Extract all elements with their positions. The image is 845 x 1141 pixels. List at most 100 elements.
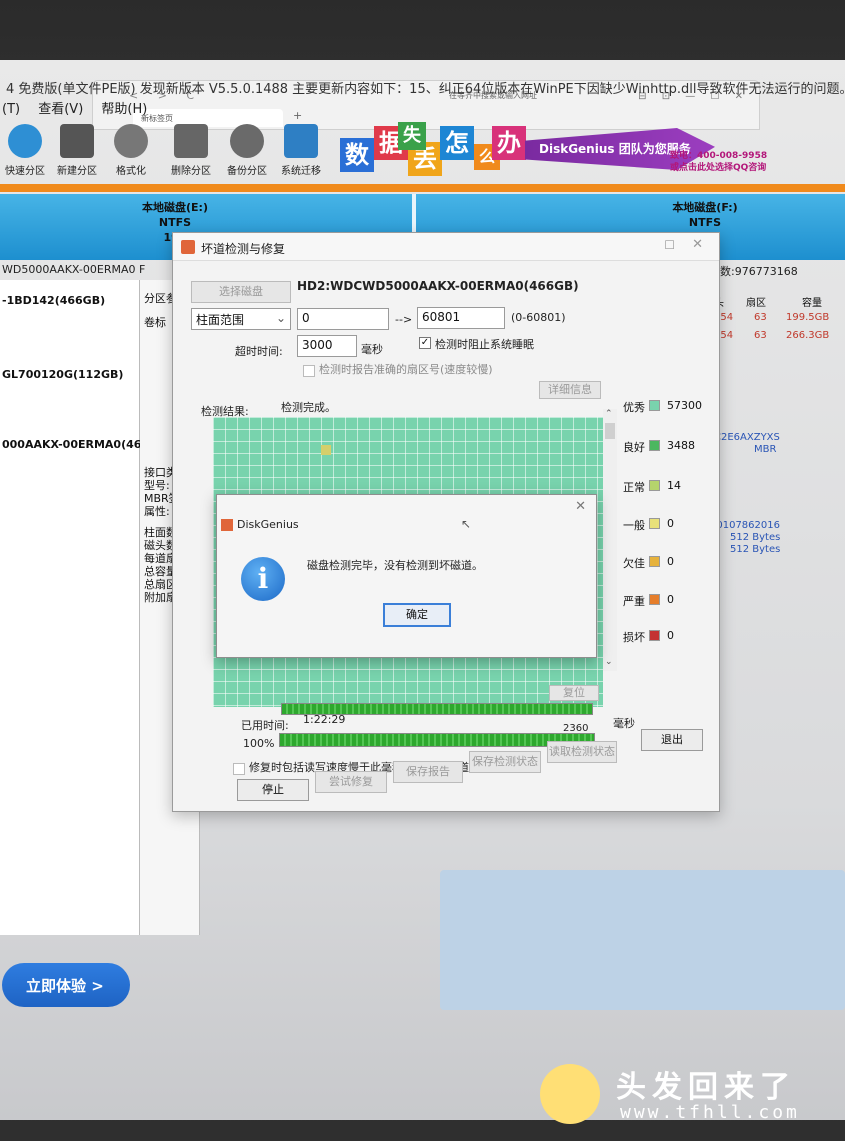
watermark-url: www.tfhll.com — [620, 1102, 800, 1123]
new-partition-icon — [60, 124, 94, 158]
col-header: 容量 — [802, 298, 822, 309]
menu-item-tools[interactable]: (T) — [2, 102, 20, 117]
percent-label: 100% — [243, 737, 275, 750]
disk-tree-item[interactable]: 000AAKX-00ERMA0(46 — [2, 438, 141, 451]
try-repair-button[interactable]: 尝试修复 — [315, 771, 387, 793]
ok-button[interactable]: 确定 — [383, 603, 451, 627]
repair-slow-checkbox[interactable] — [233, 763, 245, 775]
save-report-button[interactable]: 保存报告 — [393, 761, 463, 783]
app-title-bar: 4 免费版(单文件PE版) 发现新版本 V5.5.0.1488 主要更新内容如下… — [6, 82, 845, 97]
report-label: 检测时报告准确的扇区号(速度较慢) — [319, 363, 493, 376]
bytes-value: 512 Bytes — [730, 532, 781, 543]
dialog-titlebar: 坏道检测与修复 ☐ ✕ — [173, 233, 719, 261]
legend-label: 正常 — [623, 481, 645, 494]
table-cell: 63 — [754, 312, 767, 323]
sector-map-scrollbar[interactable]: ⌃ — [603, 409, 617, 671]
toolbar-label: 格式化 — [116, 166, 146, 177]
table-cell: 199.5GB — [786, 312, 830, 323]
maximize-icon[interactable]: ☐ — [664, 238, 675, 252]
close-icon[interactable]: ✕ — [575, 499, 586, 514]
chevron-down-icon[interactable]: ⌄ — [605, 657, 613, 667]
legend-swatch — [649, 556, 660, 567]
partition-table-right: 头 扇区 容量 254 63 199.5GB 254 63 266.3GB C2… — [710, 280, 845, 630]
disk-tree-item[interactable]: GL700120G(112GB) — [2, 368, 123, 381]
scrollbar-thumb[interactable] — [605, 423, 615, 439]
close-icon[interactable]: ✕ — [692, 237, 703, 252]
banner-phone: 致电：400-008-9958 或点击此处选择QQ咨询 — [670, 150, 767, 174]
legend-label: 损坏 — [623, 631, 645, 644]
range-hint: (0-60801) — [511, 311, 566, 324]
try-now-button[interactable]: 立即体验 > — [2, 963, 130, 1007]
result-text: 检测完成。 — [281, 401, 336, 414]
legend-count: 0 — [667, 629, 674, 642]
range-arrow: --> — [395, 313, 413, 326]
load-state-button[interactable]: 读取检测状态 — [547, 741, 617, 763]
sector-value: 00107862016 — [710, 520, 780, 531]
range-to-input[interactable]: 60801 — [417, 307, 505, 329]
banner-char: 失 — [398, 122, 426, 150]
disk-status-right: 数:976773168 — [720, 265, 798, 278]
exit-button[interactable]: 退出 — [641, 729, 703, 751]
chevron-up-icon[interactable]: ⌃ — [605, 409, 613, 419]
system-migrate-icon — [284, 124, 318, 158]
disk-name: HD2:WDCWD5000AAKX-00ERMA0(466GB) — [297, 279, 579, 293]
legend-label: 一般 — [623, 519, 645, 532]
backup-partition-button[interactable]: 备份分区 — [216, 122, 278, 177]
site-watermark: 头发回来了 www.tfhll.com — [540, 1058, 840, 1128]
toolbar-label: 删除分区 — [171, 166, 211, 177]
select-disk-button[interactable]: 选择磁盘 — [191, 281, 291, 303]
sleep-checkbox[interactable]: ✓ — [419, 337, 431, 349]
stop-button[interactable]: 停止 — [237, 779, 309, 801]
timeout-label: 超时时间: — [235, 345, 283, 358]
range-from-input[interactable]: 0 — [297, 308, 389, 330]
support-banner[interactable]: 数 据 丢 失 怎 么 办 DiskGenius 团队为您服务 致电：400-0… — [340, 122, 780, 178]
serial-value: C2E6AXZYXS — [714, 432, 780, 443]
info-label: 型号: — [144, 479, 170, 492]
report-checkbox[interactable] — [303, 365, 315, 377]
disk-tree-item[interactable]: -1BD142(466GB) — [2, 294, 105, 307]
new-partition-button[interactable]: 新建分区 — [46, 122, 108, 177]
sector-cell-warning — [321, 445, 331, 455]
info-label: 属性: — [144, 505, 170, 518]
timeout-input[interactable]: 3000 — [297, 335, 357, 357]
banner-char: 办 — [492, 126, 526, 160]
legend-swatch — [649, 480, 660, 491]
delete-partition-button[interactable]: 删除分区 — [160, 122, 222, 177]
save-state-button[interactable]: 保存检测状态 — [469, 751, 541, 773]
legend-label: 欠佳 — [623, 557, 645, 570]
range-select[interactable]: 柱面范围 ⌄ — [191, 308, 291, 330]
speed-unit: 毫秒 — [613, 717, 635, 730]
new-tab-button[interactable]: + — [293, 109, 302, 122]
info-icon: i — [241, 557, 285, 601]
system-migrate-button[interactable]: 系统迁移 — [270, 122, 332, 177]
legend-label: 严重 — [623, 595, 645, 608]
details-button[interactable]: 详细信息 — [539, 381, 601, 399]
dialog-title: 坏道检测与修复 — [201, 242, 286, 256]
message-title: DiskGenius — [237, 518, 299, 531]
app-logo-icon — [221, 519, 233, 531]
format-icon — [114, 124, 148, 158]
toolbar-label: 系统迁移 — [281, 166, 321, 177]
quick-partition-icon — [8, 124, 42, 158]
message-text: 磁盘检测完毕，没有检测到坏磁道。 — [307, 559, 483, 572]
menu-bar: (T) 查看(V) 帮助(H) — [0, 98, 161, 122]
partition-fs: NTFS — [688, 216, 722, 229]
accent-bar — [0, 184, 845, 192]
menu-item-view[interactable]: 查看(V) — [38, 102, 83, 117]
legend-swatch — [649, 594, 660, 605]
legend-label: 良好 — [623, 441, 645, 454]
legend-count: 0 — [667, 517, 674, 530]
partition-name: 本地磁盘(F:) — [672, 201, 738, 214]
format-button[interactable]: 格式化 — [100, 122, 162, 177]
legend-swatch — [649, 440, 660, 451]
mascot-icon — [540, 1064, 600, 1124]
app-logo-icon — [181, 240, 195, 254]
chevron-down-icon: ⌄ — [275, 311, 286, 325]
message-titlebar: DiskGenius ✕ ↖ — [217, 495, 596, 533]
menu-item-help[interactable]: 帮助(H) — [101, 102, 147, 117]
table-cell: 63 — [754, 330, 767, 341]
phone-text: 致电：400-008-9958 — [670, 151, 768, 161]
disk-status-left: WD5000AAKX-00ERMA0 F — [2, 263, 146, 276]
reset-button[interactable]: 复位 — [549, 685, 599, 701]
qq-text[interactable]: 或点击此处选择QQ咨询 — [670, 162, 767, 174]
